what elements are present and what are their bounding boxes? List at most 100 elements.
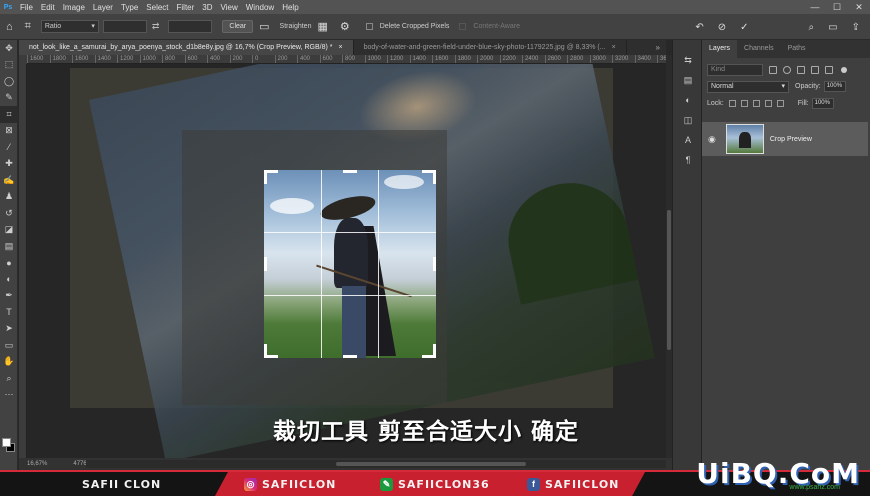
workspace-icon[interactable]: ▭ [828,22,837,33]
more-tools-icon[interactable]: ⋯ [0,387,18,404]
crop-handle-left[interactable] [264,257,267,271]
history-panel-icon[interactable]: ⇆ [673,50,703,70]
menu-layer[interactable]: Layer [89,3,117,12]
eyedropper-tool-icon[interactable]: ⁄ [0,139,18,156]
vertical-scrollbar-thumb[interactable] [667,210,671,350]
ratio-select[interactable]: Ratio [40,20,99,33]
type-tool-icon[interactable]: T [0,304,18,321]
cancel-crop-icon[interactable]: ⊘ [718,22,726,33]
dodge-tool-icon[interactable]: ◐ [0,271,18,288]
lock-artboard-icon[interactable] [764,100,772,107]
path-selection-tool-icon[interactable]: ➤ [0,321,18,338]
tab-samurai-document[interactable]: not_look_like_a_samurai_by_arya_poenya_s… [19,40,354,55]
move-tool-icon[interactable]: ✥ [0,40,18,57]
eraser-tool-icon[interactable]: ◪ [0,222,18,239]
search-icon[interactable]: ⌕ [809,22,815,33]
frame-tool-icon[interactable]: ⊠ [0,123,18,140]
crop-tool-icon[interactable]: ⌗ [0,106,18,123]
zoom-level[interactable]: 16,67% [27,461,47,467]
crop-handle-top[interactable] [343,170,357,173]
marquee-tool-icon[interactable]: ⬚ [0,57,18,74]
history-brush-tool-icon[interactable]: ↺ [0,205,18,222]
lock-all-icon[interactable] [776,100,784,107]
clear-button[interactable]: Clear [222,20,254,33]
crop-handle-right[interactable] [433,257,436,271]
gradient-tool-icon[interactable]: ▤ [0,238,18,255]
tab-paths[interactable]: Paths [781,40,813,58]
healing-brush-tool-icon[interactable]: ✚ [0,156,18,173]
filter-kind-select[interactable]: Kind [707,63,763,76]
character-panel-icon[interactable]: A [673,130,703,150]
maximize-button[interactable]: ☐ [826,0,848,14]
menu-type[interactable]: Type [117,3,142,12]
menu-3d[interactable]: 3D [198,3,216,12]
vertical-ruler[interactable] [19,64,27,458]
crop-handle-bottom-right-v[interactable] [433,344,436,358]
ratio-height-input[interactable] [168,20,213,33]
crop-handle-top-right-v[interactable] [433,170,436,184]
tabs-overflow-icon[interactable]: » [656,40,660,55]
fill-input[interactable]: 100% [811,98,834,109]
crop-handle-bottom[interactable] [343,355,357,358]
menu-file[interactable]: File [16,3,37,12]
quick-select-tool-icon[interactable]: ✎ [0,90,18,107]
straighten-label[interactable]: Straighten [280,23,312,30]
tab-field-document[interactable]: body-of-water-and-green-field-under-blue… [354,40,627,55]
commit-crop-icon[interactable]: ✓ [740,22,748,33]
lock-pixels-icon[interactable] [740,100,748,107]
crop-settings-gear-icon[interactable]: ⚙ [340,20,350,33]
foreground-color-swatch[interactable] [2,438,11,447]
crop-tool-preset-icon[interactable]: ⌗ [25,20,31,33]
horizontal-scrollbar[interactable] [86,460,666,468]
zoom-tool-icon[interactable]: ⌕ [0,370,18,387]
adjustment-filter-icon[interactable] [783,65,791,74]
home-icon[interactable]: ⌂ [6,21,13,33]
shape-filter-icon[interactable] [811,65,819,74]
type-filter-icon[interactable] [797,65,805,74]
tab-layers[interactable]: Layers [702,40,738,58]
delete-cropped-checkbox[interactable] [365,23,373,30]
menu-edit[interactable]: Edit [37,3,59,12]
menu-view[interactable]: View [217,3,242,12]
blend-mode-select[interactable]: Normal [707,80,789,93]
adjustments-panel-icon[interactable]: ◐ [673,90,703,110]
share-icon[interactable]: ⇪ [852,22,860,33]
crop-handle-top-left-v[interactable] [264,170,267,184]
document-canvas[interactable]: 裁切工具 剪至合适大小 确定 [27,64,666,458]
close-tab-icon[interactable]: × [339,44,343,51]
menu-select[interactable]: Select [142,3,172,12]
properties-panel-icon[interactable]: ▤ [673,70,703,90]
menu-window[interactable]: Window [242,3,278,12]
rectangle-tool-icon[interactable]: ▭ [0,337,18,354]
brush-tool-icon[interactable]: ✍ [0,172,18,189]
horizontal-scrollbar-thumb[interactable] [336,462,526,466]
menu-image[interactable]: Image [59,3,89,12]
crop-handle-bottom-left-v[interactable] [264,344,267,358]
lock-transparent-icon[interactable] [728,100,736,107]
straighten-icon[interactable]: ▭ [259,20,269,33]
lock-position-icon[interactable] [752,100,760,107]
paragraph-panel-icon[interactable]: ¶ [673,150,703,170]
close-window-button[interactable]: ✕ [848,0,870,14]
menu-filter[interactable]: Filter [173,3,199,12]
grid-overlay-icon[interactable]: ▦ [317,20,327,33]
pen-tool-icon[interactable]: ✒ [0,288,18,305]
clone-stamp-tool-icon[interactable]: ♟ [0,189,18,206]
minimize-button[interactable]: — [804,0,826,14]
ruler-origin[interactable] [19,55,27,64]
blur-tool-icon[interactable]: ● [0,255,18,272]
swap-dimensions-icon[interactable]: ⇄ [152,21,160,32]
pixel-filter-icon[interactable] [769,65,777,74]
tab-channels[interactable]: Channels [737,40,781,58]
opacity-input[interactable]: 100% [823,81,846,92]
hand-tool-icon[interactable]: ✋ [0,354,18,371]
content-aware-checkbox[interactable] [459,23,467,30]
lasso-tool-icon[interactable]: ◯ [0,73,18,90]
horizontal-ruler[interactable]: 1600 1800 1600 1400 1200 1000 800 600 400 200 0 200… [27,55,666,64]
reset-icon[interactable]: ↶ [695,22,703,33]
crop-area[interactable] [264,170,436,358]
close-tab-icon[interactable]: × [612,44,616,51]
menu-help[interactable]: Help [278,3,302,12]
layer-name[interactable]: Crop Preview [770,136,812,143]
ratio-width-input[interactable] [102,20,147,33]
